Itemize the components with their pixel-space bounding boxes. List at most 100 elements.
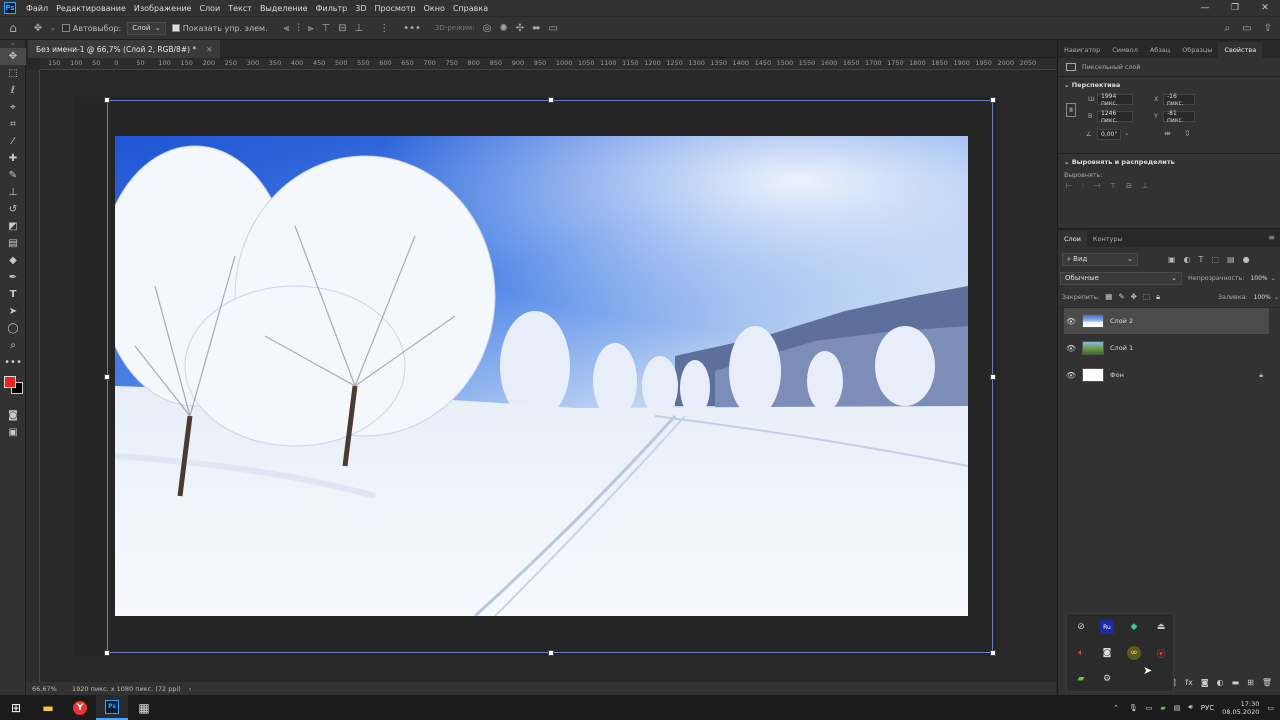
taskbar-explorer[interactable]: ▬ (32, 695, 64, 720)
video-camera-icon[interactable]: ▭ (548, 23, 557, 34)
close-tab-icon[interactable]: ✕ (206, 45, 212, 54)
clone-stamp-tool-icon[interactable]: ⊥ (0, 184, 26, 201)
perspective-section-header[interactable]: ⌄ Перспектива (1058, 77, 1280, 93)
filter-shape-icon[interactable]: ⬚ (1211, 255, 1219, 264)
autoselect-checkbox[interactable] (61, 24, 70, 32)
photoshop-logo[interactable]: Ps (4, 2, 16, 14)
autoselect-select[interactable]: Слой ⌄ (127, 21, 166, 35)
panel-menu-icon[interactable]: ≡ (1268, 233, 1275, 242)
camera-tray-icon[interactable]: ◙ (1100, 646, 1114, 660)
delete-layer-icon[interactable]: 🗑︎ (1262, 678, 1272, 692)
distribute-icon[interactable]: ⋮ (379, 23, 389, 34)
brush-tool-icon[interactable]: ✎ (0, 167, 26, 184)
tab-navigator[interactable]: Навигатор (1058, 42, 1106, 58)
lasso-tool-icon[interactable]: ℓ (0, 82, 26, 99)
audio-tray-icon[interactable]: 🔈︎ (1074, 646, 1088, 660)
volume-icon[interactable]: 🔊︎ (1188, 703, 1192, 712)
document-tab[interactable]: Без имени-1 @ 66,7% (Слой 2, RGB/8#) * ✕ (28, 40, 221, 58)
menu-3d[interactable]: 3D (351, 4, 370, 13)
visibility-eye-icon[interactable]: 👁︎ (1064, 317, 1078, 326)
show-controls-checkbox[interactable] (171, 24, 180, 32)
move-tool-icon[interactable]: ✥ (26, 23, 50, 34)
transform-handle-left[interactable] (104, 374, 110, 380)
record-tray-icon[interactable]: ⦿ (1154, 646, 1168, 660)
slide-3d-icon[interactable]: ⬌ (532, 23, 540, 34)
align-bottom-icon[interactable]: ⊥ (355, 23, 364, 34)
transform-handle-top-right[interactable] (990, 97, 996, 103)
taskbar-calculator[interactable]: ▦ (128, 695, 160, 720)
chevron-right-icon[interactable]: › (189, 685, 192, 693)
lock-position-icon[interactable]: ✥ (1131, 292, 1137, 302)
tab-paths[interactable]: Контуры (1087, 231, 1129, 247)
lock-all-icon[interactable]: 🔒︎ (1156, 292, 1160, 302)
start-button[interactable]: ⊞ (0, 695, 32, 720)
layer-row-layer2[interactable]: 👁︎ Слой 2 (1064, 308, 1269, 334)
align-h-centers-icon[interactable]: ⫶ (1082, 182, 1084, 198)
zoom-tool-icon[interactable]: ⌕ (0, 337, 26, 354)
search-icon[interactable]: ⌕ (1225, 23, 1231, 34)
link-icon[interactable]: 8 (1066, 103, 1076, 117)
fill-input[interactable]: 100% (1251, 292, 1274, 303)
more-icon[interactable]: ••• (403, 23, 421, 34)
eraser-tool-icon[interactable]: ◩ (0, 218, 26, 235)
flip-horizontal-icon[interactable]: ⇹ (1164, 129, 1171, 138)
close-icon[interactable]: ✕ (1250, 0, 1280, 16)
opacity-dropdown-icon[interactable]: ⌄ (1271, 275, 1276, 282)
gradient-tool-icon[interactable]: ▤ (0, 235, 26, 252)
network-tray-icon[interactable]: ⊘ (1074, 620, 1088, 634)
opacity-input[interactable]: 100% (1247, 273, 1270, 284)
home-icon[interactable]: ⌂ (0, 21, 26, 35)
microphone-icon[interactable]: 🎙︎ (1129, 704, 1138, 712)
filter-type-icon[interactable]: T (1199, 255, 1204, 264)
language-indicator[interactable]: РУС (1201, 704, 1214, 712)
pen-tool-icon[interactable]: ✒ (0, 269, 26, 286)
path-select-tool-icon[interactable]: ➤ (0, 303, 26, 320)
tab-properties[interactable]: Свойства (1218, 42, 1263, 58)
roll-3d-icon[interactable]: ✺ (499, 23, 507, 34)
add-mask-icon[interactable]: ◙ (1201, 678, 1209, 692)
menu-filter[interactable]: Фильтр (312, 4, 352, 13)
angle-input[interactable]: 0,00° (1097, 129, 1121, 140)
network-icon[interactable]: ▤ (1174, 704, 1181, 712)
menu-edit[interactable]: Редактирование (52, 4, 130, 13)
transform-handle-bottom-left[interactable] (104, 650, 110, 656)
filter-pixel-icon[interactable]: ▣ (1168, 255, 1176, 264)
menu-type[interactable]: Текст (224, 4, 256, 13)
menu-file[interactable]: Файл (22, 4, 52, 13)
battery-icon[interactable]: ▭ (1146, 704, 1153, 712)
layer-row-background[interactable]: 👁︎ Фон 🔒︎ (1064, 362, 1269, 388)
marquee-tool-icon[interactable]: ⬚ (0, 65, 26, 82)
autoselect-option[interactable]: Автовыбор: (61, 24, 121, 33)
add-style-icon[interactable]: fx (1185, 678, 1193, 692)
canvas-area[interactable] (40, 70, 1056, 682)
nvidia-tray-icon[interactable]: ▰ (1074, 672, 1088, 686)
adobe-rush-tray-icon[interactable]: Ru (1100, 620, 1114, 634)
x-input[interactable]: -16 пикс. (1163, 93, 1195, 107)
shape-tool-icon[interactable]: ◯ (0, 320, 26, 337)
align-left-icon[interactable]: ⫷ (284, 23, 290, 34)
transform-handle-bottom[interactable] (548, 650, 554, 656)
align-top-edges-icon[interactable]: ⊤ (1110, 182, 1116, 198)
quick-select-tool-icon[interactable]: ⌖ (0, 99, 26, 116)
transform-handle-bottom-right[interactable] (990, 650, 996, 656)
align-center-h-icon[interactable]: ⫶ (297, 23, 300, 34)
align-section-header[interactable]: ⌄ Выровнять и распределить (1058, 154, 1280, 170)
crop-tool-icon[interactable]: ⌗ (0, 116, 26, 133)
layer-row-layer1[interactable]: 👁︎ Слой 1 (1064, 335, 1269, 361)
transform-handle-top[interactable] (548, 97, 554, 103)
align-right-icon[interactable]: ⫸ (308, 23, 314, 34)
settings-tray-icon[interactable]: ⚙ (1100, 672, 1114, 686)
visibility-eye-icon[interactable]: 👁︎ (1064, 344, 1078, 353)
transform-bounding-box[interactable] (104, 97, 996, 656)
y-input[interactable]: -81 пикс. (1163, 110, 1195, 124)
lock-image-icon[interactable]: ✎ (1118, 292, 1124, 302)
zoom-level[interactable]: 66,67% (32, 685, 66, 693)
flip-vertical-icon[interactable]: ⇳ (1184, 129, 1191, 138)
layer-filter-select[interactable]: ⌕ Вид ⌄ (1062, 252, 1138, 266)
notifications-icon[interactable]: ▭ (1267, 704, 1274, 712)
transform-handle-top-left[interactable] (104, 97, 110, 103)
foreground-color-swatch[interactable] (4, 376, 16, 388)
menu-view[interactable]: Просмотр (371, 4, 420, 13)
type-tool-icon[interactable]: T (0, 286, 26, 303)
share-icon[interactable]: ⇪ (1264, 23, 1272, 34)
